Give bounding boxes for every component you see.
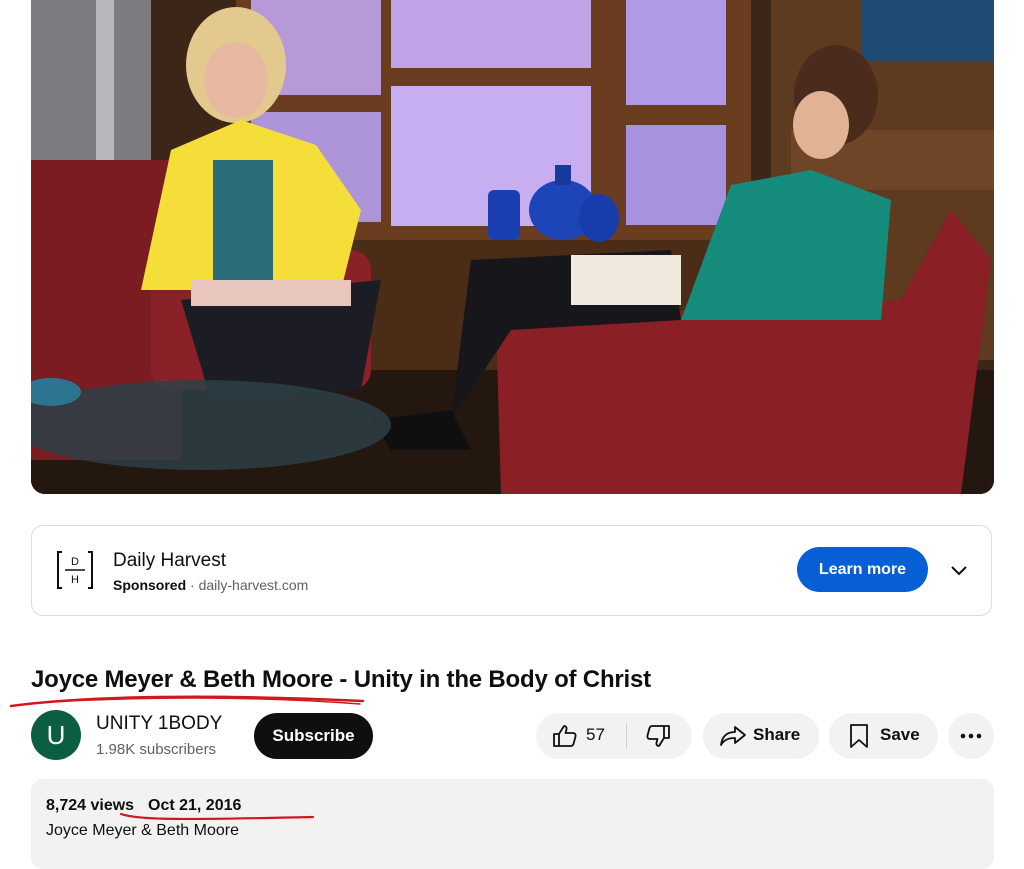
dislike-button[interactable] [627,713,692,759]
share-label: Share [753,725,801,744]
like-button[interactable]: 57 [536,713,626,759]
subscribe-button[interactable]: Subscribe [254,713,373,759]
daily-harvest-logo-icon: D H [57,551,93,589]
bookmark-icon [850,724,868,748]
more-horizontal-icon [960,733,982,739]
thumbs-up-icon [553,725,577,747]
like-count: 57 [586,725,605,744]
share-arrow-icon [720,726,746,746]
sponsored-label: Sponsored [113,577,187,593]
view-count: 8,724 views [46,797,135,814]
chevron-down-icon[interactable] [948,559,970,581]
save-button[interactable]: Save [829,713,938,759]
logo-letter-top: D [71,556,79,568]
learn-more-button[interactable]: Learn more [797,547,928,592]
save-label: Save [880,725,920,744]
subscriber-count: 1.98K subscribers [96,741,217,758]
description-box[interactable]: 8,724 views Oct 21, 2016 Joyce Meyer & B… [31,779,994,869]
upload-date: Oct 21, 2016 [148,797,242,814]
ad-domain[interactable]: daily-harvest.com [199,577,309,593]
channel-name[interactable]: UNITY 1BODY [96,713,222,735]
red-underline-annotation-title [9,695,365,708]
ad-meta: Sponsored · daily-harvest.com [113,577,308,593]
more-actions-button[interactable] [948,713,994,759]
video-title: Joyce Meyer & Beth Moore - Unity in the … [31,666,651,693]
like-dislike-group: 57 [536,713,692,759]
logo-letter-bottom: H [71,574,79,586]
video-frame-illustration [31,0,994,494]
ad-meta-separator: · [186,577,199,593]
description-text: Joyce Meyer & Beth Moore [46,822,239,839]
thumbs-down-icon [646,725,670,747]
share-button[interactable]: Share [703,713,819,759]
ad-advertiser-name[interactable]: Daily Harvest [113,550,226,572]
ad-card[interactable]: D H Daily Harvest Sponsored · daily-harv… [31,525,992,616]
video-player[interactable] [31,0,994,494]
channel-avatar[interactable]: U [31,710,81,760]
